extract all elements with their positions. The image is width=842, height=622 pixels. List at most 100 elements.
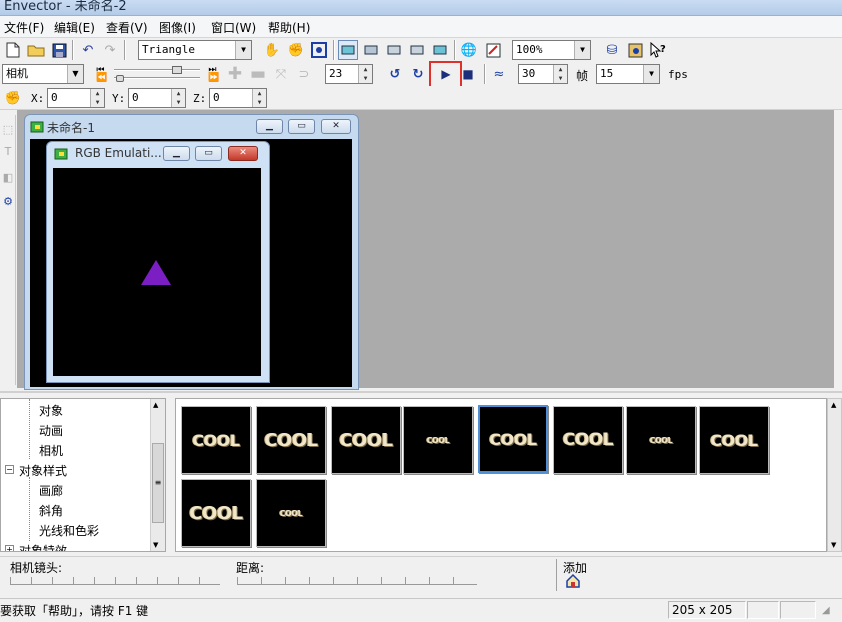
edit-shape-icon[interactable] (483, 40, 503, 60)
pan-hand-icon[interactable]: ✋ (262, 40, 282, 60)
chevron-down-icon[interactable]: ▼ (67, 65, 83, 83)
frame-stepper[interactable]: 23 ▲ ▼ (325, 64, 373, 84)
clear-keys-icon[interactable]: ⤧ (271, 64, 291, 84)
text-tool-icon[interactable]: T (0, 141, 18, 161)
menu-view[interactable]: 查看(V) (104, 19, 150, 36)
stepper-arrows-icon[interactable]: ▲ ▼ (252, 89, 266, 107)
view-front-icon[interactable] (338, 40, 358, 60)
tree-item-object-effects[interactable]: 对象特效 (19, 542, 67, 551)
slider-thumb[interactable] (116, 75, 124, 82)
shape-tool-icon[interactable]: ◧ (0, 167, 18, 187)
gallery-scrollbar[interactable]: ▲ ▼ (827, 398, 842, 552)
stop-icon[interactable]: ■ (458, 64, 478, 84)
menu-window[interactable]: 窗口(W) (209, 19, 258, 36)
minimize-button[interactable]: ▁ (163, 146, 190, 161)
render-icon[interactable]: ⛁ (602, 40, 622, 60)
scroll-up-icon[interactable]: ▲ (153, 401, 158, 409)
x-stepper[interactable]: 0 ▲ ▼ (47, 88, 105, 108)
loop-icon[interactable]: ⊃ (294, 64, 314, 84)
maximize-button[interactable]: ▭ (288, 119, 315, 134)
gallery-thumb[interactable]: COOL (553, 406, 623, 474)
tree-item-animation[interactable]: 动画 (39, 422, 63, 439)
chevron-down-icon[interactable]: ▼ (574, 41, 590, 59)
menu-file[interactable]: 文件(F) (2, 19, 46, 36)
slider-thumb[interactable] (172, 66, 182, 74)
remove-key-icon[interactable]: ▬ (248, 64, 268, 84)
mode-select[interactable]: 相机 ▼ (2, 64, 84, 84)
add-house-icon[interactable] (563, 571, 583, 591)
last-frame-icon[interactable]: ⏭ ⏩ (204, 64, 224, 84)
distance-slider[interactable] (237, 577, 477, 585)
first-frame-icon[interactable]: ⏮ ⏪ (92, 64, 112, 84)
select-region-icon[interactable]: ⬚ (0, 119, 18, 139)
rewind-icon[interactable]: ↺ (385, 64, 405, 84)
gallery-thumb-selected[interactable]: COOL (478, 405, 548, 473)
object-tool-icon[interactable]: ⚙ (0, 191, 18, 211)
tree-item-camera[interactable]: 相机 (39, 442, 63, 459)
close-button[interactable]: ✕ (228, 146, 258, 161)
stepper-arrows-icon[interactable]: ▲ ▼ (358, 65, 372, 83)
globe-icon[interactable]: 🌐 (459, 40, 479, 60)
tree-item-objects[interactable]: 对象 (39, 402, 63, 419)
gallery-thumb[interactable]: COOL (626, 406, 696, 474)
fps-stepper[interactable]: 30 ▲ ▼ (518, 64, 568, 84)
play-icon[interactable]: ▶ (436, 64, 456, 84)
tree-item-bevel[interactable]: 斜角 (39, 502, 63, 519)
frame-range-slider[interactable] (114, 66, 200, 82)
gallery-thumb[interactable]: COOL (256, 479, 326, 547)
redo-icon[interactable]: ↷ (100, 40, 120, 60)
minimize-button[interactable]: ▁ (256, 119, 283, 134)
tree-scrollbar[interactable]: ▲ ≡ ▼ (150, 399, 165, 551)
tree-item-gallery[interactable]: 画廊 (39, 482, 63, 499)
gallery-thumb[interactable]: COOL (256, 406, 326, 474)
scroll-up-icon[interactable]: ▲ (831, 401, 836, 409)
timing-icon[interactable]: ≈ (489, 64, 509, 84)
rgb-emulation-window[interactable]: RGB Emulati... ▁ ▭ ✕ (46, 141, 270, 383)
view-left-icon[interactable] (384, 40, 404, 60)
frames-select[interactable]: 15 ▼ (596, 64, 660, 84)
menu-edit[interactable]: 编辑(E) (52, 19, 97, 36)
menu-image[interactable]: 图像(I) (157, 19, 198, 36)
camera-lens-slider[interactable] (10, 577, 220, 585)
context-help-icon[interactable]: ? (648, 40, 668, 60)
y-stepper[interactable]: 0 ▲ ▼ (128, 88, 186, 108)
stepper-arrows-icon[interactable]: ▲ ▼ (171, 89, 185, 107)
tree-item-light-color[interactable]: 光线和色彩 (39, 522, 99, 539)
stepper-arrows-icon[interactable]: ▲ ▼ (553, 65, 567, 83)
view-top-icon[interactable] (430, 40, 450, 60)
scroll-thumb[interactable]: ≡ (152, 443, 164, 523)
forward-icon[interactable]: ↻ (408, 64, 428, 84)
scroll-down-icon[interactable]: ▼ (153, 541, 158, 549)
render-canvas[interactable] (53, 168, 261, 376)
save-icon[interactable] (49, 40, 69, 60)
fit-view-icon[interactable] (309, 40, 329, 60)
shape-select[interactable]: Triangle ▼ (138, 40, 252, 60)
chevron-down-icon[interactable]: ▼ (235, 41, 251, 59)
view-back-icon[interactable] (361, 40, 381, 60)
export-image-icon[interactable] (625, 40, 645, 60)
stepper-arrows-icon[interactable]: ▲ ▼ (90, 89, 104, 107)
gallery-thumb[interactable]: COOL (699, 406, 769, 474)
resize-grip-icon[interactable]: ◢ (822, 605, 838, 619)
chevron-down-icon[interactable]: ▼ (643, 65, 659, 83)
zoom-select[interactable]: 100% ▼ (512, 40, 591, 60)
rotate-hand-icon[interactable]: ✊ (286, 40, 306, 60)
new-file-icon[interactable] (3, 40, 23, 60)
add-key-icon[interactable]: ✚ (225, 64, 245, 84)
gallery-thumb[interactable]: COOL (181, 406, 251, 474)
tree-item-object-styles[interactable]: 对象样式 (19, 462, 67, 479)
triangle-shape[interactable] (141, 260, 171, 285)
open-folder-icon[interactable] (26, 40, 46, 60)
gallery-thumb[interactable]: COOL (403, 406, 473, 474)
collapse-icon[interactable]: − (5, 465, 14, 474)
scroll-down-icon[interactable]: ▼ (831, 541, 836, 549)
gallery-thumb[interactable]: COOL (331, 406, 401, 474)
undo-icon[interactable]: ↶ (78, 40, 98, 60)
gallery-thumb[interactable]: COOL (181, 479, 251, 547)
expand-icon[interactable]: + (5, 545, 14, 551)
menu-help[interactable]: 帮助(H) (266, 19, 312, 36)
view-right-icon[interactable] (407, 40, 427, 60)
maximize-button[interactable]: ▭ (195, 146, 222, 161)
close-button[interactable]: ✕ (321, 119, 351, 134)
z-stepper[interactable]: 0 ▲ ▼ (209, 88, 267, 108)
